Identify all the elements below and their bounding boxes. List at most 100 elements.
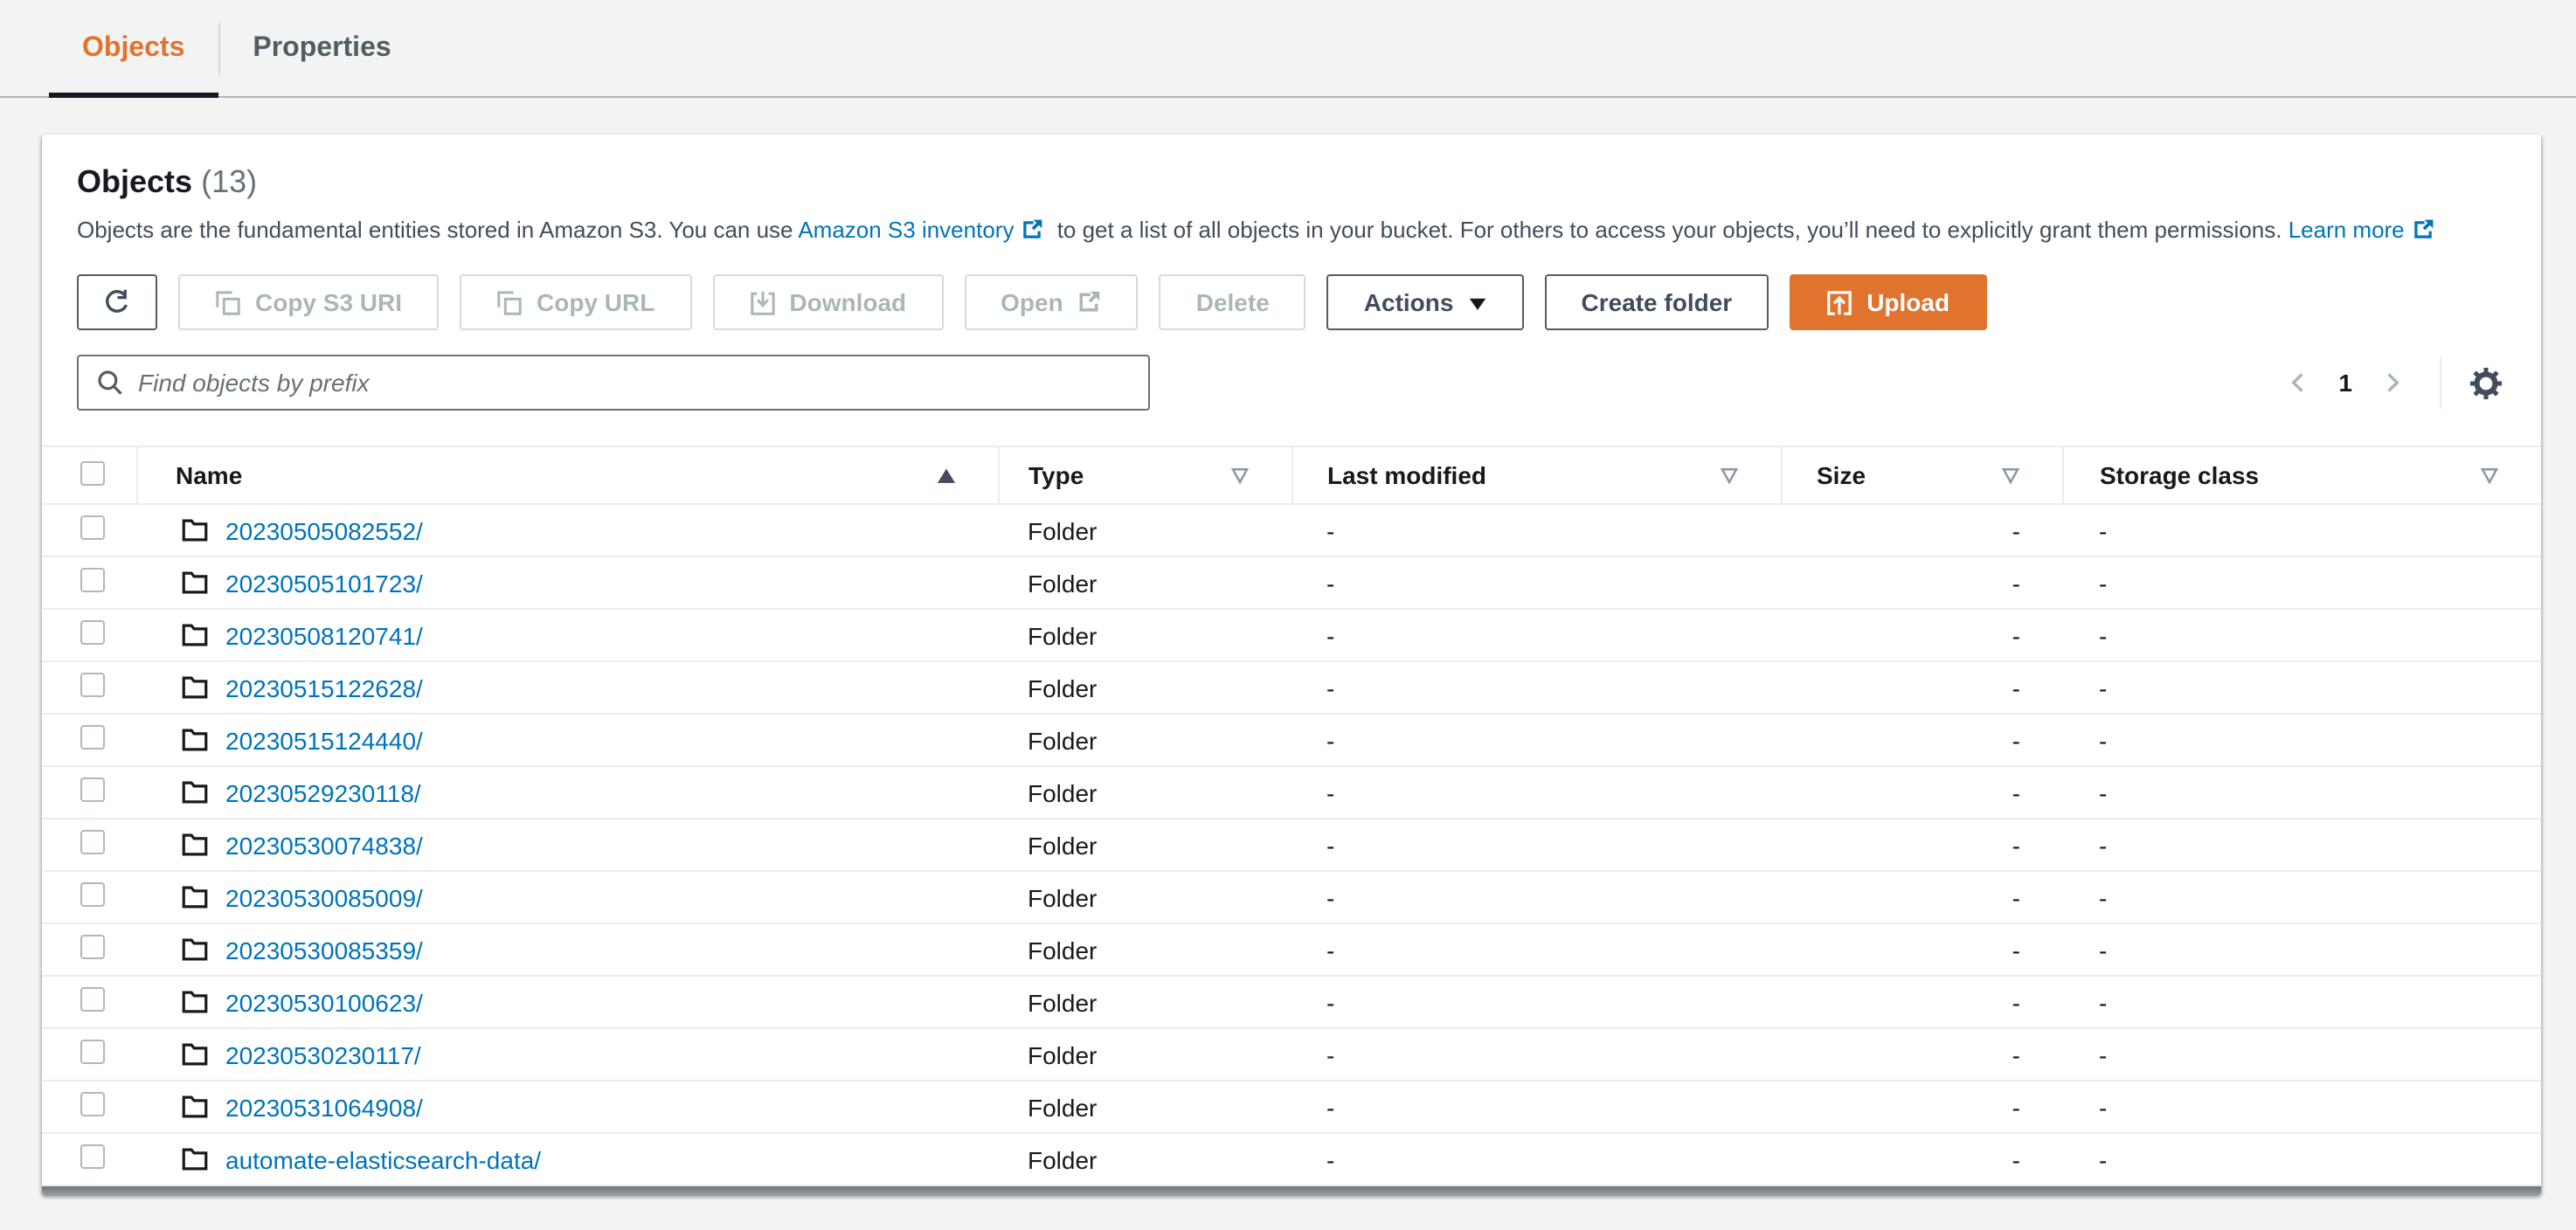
learn-more-link[interactable]: Learn more [2289,217,2405,243]
folder-icon [182,1146,208,1172]
description-text-2: to get a list of all objects in your buc… [1050,217,2289,243]
table-row: 20230515124440/ Folder - - - [42,714,2541,767]
row-checkbox[interactable] [80,1092,105,1116]
create-folder-label: Create folder [1581,288,1733,316]
object-name-link[interactable]: 20230530074838/ [225,831,423,859]
s3-inventory-link[interactable]: Amazon S3 inventory [798,217,1014,243]
object-name-link[interactable]: 20230531064908/ [225,1093,423,1121]
object-storage-class: - [2062,819,2541,872]
object-storage-class: - [2062,714,2541,767]
table-row: 20230530085359/ Folder - - - [42,923,2541,977]
column-header-storage-class[interactable]: Storage class [2100,461,2259,489]
folder-icon [182,727,208,753]
object-type: Folder [998,661,1291,715]
table-row: 20230505101723/ Folder - - - [42,556,2541,610]
copy-s3-uri-button[interactable]: Copy S3 URI [178,274,440,330]
table-row: 20230530085009/ Folder - - - [42,871,2541,924]
filter-icon[interactable] [1229,466,1249,485]
gear-icon[interactable] [2466,363,2506,403]
object-name-link[interactable]: 20230515124440/ [225,726,423,754]
row-checkbox[interactable] [80,935,105,959]
row-checkbox[interactable] [80,777,105,802]
column-header-type[interactable]: Type [1028,461,1084,489]
object-name-link[interactable]: automate-elasticsearch-data/ [225,1145,541,1173]
open-label: Open [1001,288,1063,316]
object-name-link[interactable]: 20230505101723/ [225,569,423,597]
object-name-link[interactable]: 20230508120741/ [225,621,423,649]
object-name-link[interactable]: 20230530100623/ [225,988,423,1016]
tab-objects-label: Objects [82,32,185,62]
folder-icon [182,517,208,543]
filter-icon[interactable] [2000,466,2019,485]
folder-icon [182,989,208,1015]
external-link-icon [2412,218,2434,241]
create-folder-button[interactable]: Create folder [1544,274,1769,330]
open-button[interactable]: Open [964,274,1139,330]
download-button[interactable]: Download [712,274,944,330]
object-last-modified: - [1291,766,1781,819]
object-storage-class: - [2062,661,2541,715]
objects-table: Name Type Last modified Size Storage cla… [42,446,2541,1186]
caret-down-icon [1467,293,1486,312]
object-size: - [1781,661,2062,715]
sort-ascending-icon[interactable] [936,466,955,485]
folder-icon [182,674,208,701]
folder-icon [182,832,208,858]
object-storage-class: - [2062,1133,2541,1186]
row-checkbox[interactable] [80,620,105,645]
copy-url-button[interactable]: Copy URL [460,274,692,330]
folder-icon [182,1041,208,1068]
row-checkbox[interactable] [80,1040,105,1064]
row-checkbox[interactable] [80,673,105,697]
upload-button[interactable]: Upload [1790,274,1987,330]
object-name-link[interactable]: 20230505082552/ [225,516,423,544]
panel-description: Objects are the fundamental entities sto… [77,215,2506,246]
object-name-link[interactable]: 20230530085359/ [225,936,423,964]
object-last-modified: - [1291,1133,1781,1186]
tab-objects[interactable]: Objects [49,0,218,98]
filter-icon[interactable] [2479,466,2498,485]
object-name-link[interactable]: 20230515122628/ [225,674,423,701]
column-header-last-modified[interactable]: Last modified [1327,461,1486,489]
tab-properties-label: Properties [253,32,391,62]
page-number[interactable]: 1 [2338,369,2352,397]
object-size: - [1781,871,2062,924]
object-name-link[interactable]: 20230530085009/ [225,883,423,911]
copy-icon [496,289,523,315]
objects-panel: Objects (13) Objects are the fundamental… [42,135,2541,1195]
row-checkbox[interactable] [80,830,105,854]
filter-icon[interactable] [1719,466,1738,485]
object-size: - [1781,923,2062,977]
actions-dropdown-button[interactable]: Actions [1326,274,1524,330]
chevron-left-icon[interactable] [2279,363,2317,402]
actions-label: Actions [1363,288,1454,316]
delete-button[interactable]: Delete [1159,274,1306,330]
horizontal-scrollbar[interactable] [42,1186,2541,1195]
row-checkbox[interactable] [80,725,105,750]
object-name-link[interactable]: 20230530230117/ [225,1040,421,1068]
refresh-button[interactable] [77,274,157,330]
column-header-size[interactable]: Size [1817,461,1866,489]
description-text: Objects are the fundamental entities sto… [77,217,799,243]
object-type: Folder [998,976,1291,1029]
row-checkbox[interactable] [80,515,105,540]
object-name-link[interactable]: 20230529230118/ [225,778,421,806]
object-size: - [1781,504,2062,557]
object-size: - [1781,976,2062,1029]
table-row: 20230530100623/ Folder - - - [42,976,2541,1029]
delete-label: Delete [1195,288,1270,316]
column-header-name[interactable]: Name [176,461,242,489]
tab-properties[interactable]: Properties [219,0,424,96]
row-checkbox[interactable] [80,1144,105,1169]
row-checkbox[interactable] [80,882,105,907]
select-all-checkbox[interactable] [80,460,105,485]
object-storage-class: - [2062,766,2541,819]
chevron-right-icon[interactable] [2373,363,2412,402]
row-checkbox[interactable] [80,987,105,1012]
row-checkbox[interactable] [80,568,105,592]
search-icon [96,369,124,397]
search-input[interactable] [138,369,1131,397]
table-row: 20230505082552/ Folder - - - [42,504,2541,557]
folder-icon [182,1094,208,1120]
object-size: - [1781,1081,2062,1134]
